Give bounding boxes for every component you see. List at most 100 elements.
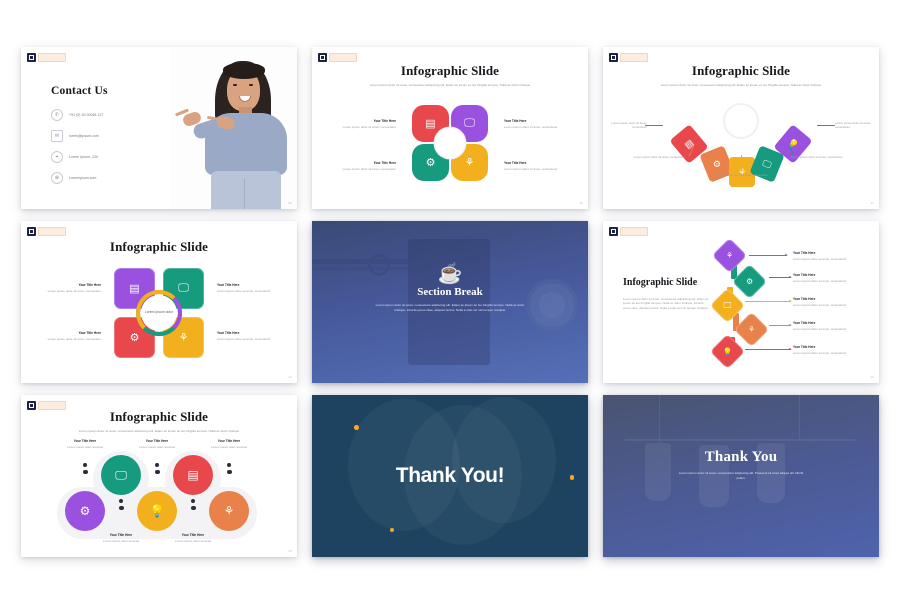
label-body: Lorem ipsum dolor sit amet, consectetur (342, 166, 396, 171)
fan-label-3: Lorem ipsum dolor sit amet, consectetur (715, 173, 769, 177)
contact-row-address[interactable]: ⌖ Lorem Ipsum, 120 (51, 151, 108, 163)
woman-pointing-photo (171, 47, 297, 209)
label-body: Lorem ipsum dolor sit amet, consectetur (793, 302, 847, 307)
location-pin-icon: ⌖ (51, 151, 63, 163)
quad-label-1: Your Title Here Lorem ipsum dolor sit am… (39, 283, 101, 293)
section-break-content: ☕ Section Break Lorem ipsum dolor sit am… (312, 264, 588, 313)
label-body: Lorem ipsum dolor sit amet, consectetur (791, 155, 843, 159)
dot-pair-1 (83, 463, 88, 474)
circle-label-4: Your Title Here Lorem ipsum dolor sit am… (95, 533, 147, 543)
page-title: Thank You (704, 449, 778, 465)
gear-icon: ⚙ (711, 157, 723, 170)
chain-node-4[interactable]: ⚘ (733, 311, 770, 348)
chain-node-3[interactable]: 🖵 (709, 287, 746, 324)
circle-node-3[interactable]: ⚙ (65, 491, 105, 531)
page-body: Lorem ipsum dolor sit amet, consectetur … (623, 296, 709, 311)
fan-label-1: Lorem ipsum dolor sit amet, consectetur (603, 121, 647, 130)
slide-section-break[interactable]: ☕ Section Break Lorem ipsum dolor sit am… (312, 221, 588, 383)
hanger-rail (625, 439, 855, 441)
logo-mark-icon (27, 227, 36, 236)
label-body: Lorem ipsum dolor sit amet, consectetur (47, 288, 101, 293)
label-body: Lorem ipsum dolor sit amet, consectetur (793, 326, 847, 331)
contact-row-phone[interactable]: ✆ +91 (0) 30 00048 127 (51, 109, 108, 121)
brand-badge (609, 227, 648, 236)
label-title: Your Title Here (217, 331, 240, 335)
label-body: Lorem ipsum dolor sit amet (174, 538, 212, 543)
label-title: Your Title Here (78, 331, 101, 335)
gear-icon: ⚙ (79, 504, 91, 518)
slide-thank-you-gradient[interactable]: Thank You Lorem ipsum dolor sit amet, co… (603, 395, 879, 557)
slide-infographic-circles[interactable]: Infographic Slide Lorem ipsum dolor sit … (21, 395, 297, 557)
label-title: Your Title Here (793, 297, 816, 301)
slide-contact-us[interactable]: Contact Us ✆ +91 (0) 30 00048 127 ✉ lore… (21, 47, 297, 209)
fan-leader-1 (645, 125, 663, 126)
chain-node-1[interactable]: ⚘ (711, 237, 748, 274)
chain-label-2: Your Title Here Lorem ipsum dolor sit am… (793, 273, 865, 283)
coffee-cup-icon: ☕ (437, 263, 463, 285)
page-number: 11 (870, 201, 874, 205)
circle-label-1: Your Title Here Lorem ipsum dolor sit am… (59, 439, 111, 449)
thank-you-content: Thank You Lorem ipsum dolor sit amet, co… (603, 449, 879, 481)
label-title: Your Title Here (504, 161, 527, 165)
lightbulb-icon: 💡 (722, 347, 733, 356)
phone-icon: ✆ (51, 109, 63, 121)
dot-pair-5 (191, 499, 196, 510)
label-body: Lorem ipsum dolor sit amet, consectetur (793, 350, 847, 355)
slide-thank-you-dark[interactable]: Thank You! (312, 395, 588, 557)
label-body: Lorem ipsum dolor sit amet, consectetur (793, 256, 847, 261)
page-number: 15 (288, 549, 292, 553)
chain-node-5[interactable]: 💡 (709, 333, 746, 370)
fan-label-4: Lorem ipsum dolor sit amet, consectetur (791, 155, 845, 159)
slide-infographic-fan[interactable]: Infographic Slide Lorem ipsum dolor sit … (603, 47, 879, 209)
contact-row-email[interactable]: ✉ lorem@ipsum.com (51, 130, 108, 142)
label-title: Your Title Here (373, 161, 396, 165)
logo-mark-icon (27, 53, 36, 62)
contact-row-website[interactable]: ⊕ Loremipsum.com (51, 172, 108, 184)
brand-badge (27, 401, 66, 410)
presentation-icon: 🖵 (723, 300, 732, 310)
label-title: Your Title Here (217, 439, 241, 443)
circle-label-2: Your Title Here Lorem ipsum dolor sit am… (131, 439, 183, 449)
brand-badge (318, 53, 357, 62)
label-title: Your Title Here (109, 533, 133, 537)
page-title: Infographic Slide (109, 409, 209, 424)
section-break-body: Lorem ipsum dolor sit amet, consectetur … (375, 303, 525, 312)
chain-node-2[interactable]: ⚙ (731, 263, 768, 300)
chain-label-3: Your Title Here Lorem ipsum dolor sit am… (793, 297, 865, 307)
label-body: Lorem ipsum dolor sit amet (66, 444, 104, 449)
logo-mark-icon (318, 53, 327, 62)
wordmark (329, 53, 357, 62)
circle-node-2[interactable]: ▤ (173, 455, 213, 495)
slide-infographic-flower[interactable]: Infographic Slide Lorem ipsum dolor sit … (312, 47, 588, 209)
slide-infographic-quad[interactable]: Infographic Slide ▤ 🖵 ⚙ ⚘ Lorem Ipsum do… (21, 221, 297, 383)
circle-node-5[interactable]: ⚘ (209, 491, 249, 531)
fan-label-2: Lorem ipsum dolor sit amet, consectetur (633, 155, 685, 159)
circle-node-1[interactable]: 🖵 (101, 455, 141, 495)
label-title: Your Title Here (793, 251, 816, 255)
gear-icon: ⚙ (745, 276, 754, 286)
circle-label-3: Your Title Here Lorem ipsum dolor sit am… (203, 439, 255, 449)
page-number: 09 (288, 201, 292, 205)
chain-label-4: Your Title Here Lorem ipsum dolor sit am… (793, 321, 865, 331)
globe-icon: ⊕ (51, 172, 63, 184)
label-body: Lorem ipsum dolor sit amet (138, 444, 176, 449)
label-body: Lorem ipsum dolor sit amet, consectetur (47, 336, 101, 341)
circle-node-4[interactable]: 💡 (137, 491, 177, 531)
slide-infographic-chain[interactable]: Infographic Slide Lorem ipsum dolor sit … (603, 221, 879, 383)
wordmark (620, 53, 648, 62)
page-subtitle: Lorem ipsum dolor sit amet, consectetur … (369, 83, 531, 87)
presentation-icon: 🖵 (178, 282, 189, 294)
envelope-icon: ✉ (51, 130, 63, 142)
chain-label-1: Your Title Here Lorem ipsum dolor sit am… (793, 251, 865, 261)
label-body: Lorem ipsum dolor sit amet (102, 538, 140, 543)
fan-label-5: Lorem ipsum dolor sit amet, consectetur (835, 121, 879, 130)
label-body: Lorem ipsum dolor sit amet, consectetur (342, 124, 396, 129)
label-title: Your Title Here (793, 321, 816, 325)
page-body: Lorem ipsum dolor sit amet, consectetur … (678, 471, 804, 480)
logo-mark-icon (609, 53, 618, 62)
quad-diagram: ▤ 🖵 ⚙ ⚘ Lorem Ipsum dolor (114, 268, 204, 358)
label-body: Lorem ipsum dolor sit amet, consectetur (217, 288, 271, 293)
accent-dot-1 (354, 425, 359, 430)
page-subtitle: Lorem ipsum dolor sit amet, consectetur … (78, 429, 240, 433)
label-body: Lorem ipsum dolor sit amet, consectetur (793, 278, 847, 283)
